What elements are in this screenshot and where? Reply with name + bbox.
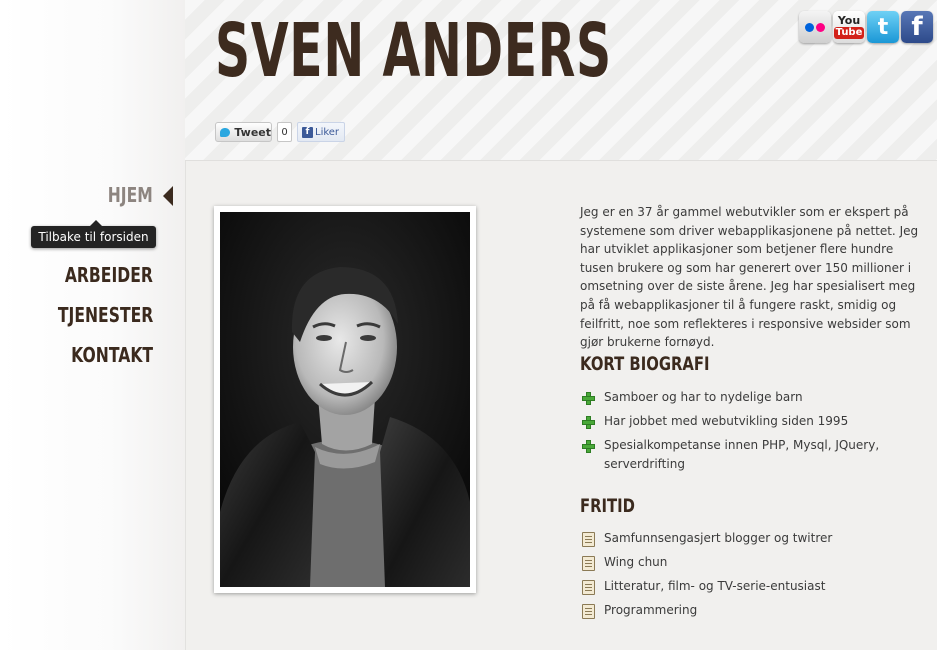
nav-item-tjenester[interactable]: TJENESTER [58, 303, 153, 327]
list-item: Programmering [580, 601, 910, 620]
tweet-label: Tweet [234, 125, 271, 139]
list-item: Samboer og har to nydelige barn [580, 388, 910, 407]
bio-list: Samboer og har to nydelige barn Har jobb… [580, 388, 910, 479]
tweet-button[interactable]: Tweet [215, 122, 272, 142]
nav-item-arbeider[interactable]: ARBEIDER [65, 263, 153, 287]
facebook-like-button[interactable]: f Liker [297, 122, 345, 142]
plus-icon [582, 392, 595, 405]
profile-photo [220, 212, 470, 587]
twitter-bird-icon [220, 127, 231, 137]
tweet-count: 0 [277, 122, 292, 142]
bio-heading: KORT BIOGRAFI [580, 353, 710, 375]
document-icon [582, 580, 595, 595]
like-label: Liker [315, 126, 340, 138]
profile-photo-frame [214, 206, 476, 593]
list-item: Spesialkompetanse innen PHP, Mysql, JQue… [580, 436, 910, 473]
list-item: Wing chun [580, 553, 910, 572]
nav-tooltip: Tilbake til forsiden [31, 220, 156, 248]
plus-icon [582, 416, 595, 429]
facebook-like-icon: f [302, 126, 313, 138]
plus-icon [582, 440, 595, 453]
free-time-list: Samfunnsengasjert blogger og twitrer Win… [580, 529, 910, 625]
nav-item-hjem[interactable]: HJEM [108, 183, 153, 207]
list-item: Har jobbet med webutvikling siden 1995 [580, 412, 910, 431]
list-item: Samfunnsengasjert blogger og twitrer [580, 529, 910, 548]
list-item: Litteratur, film- og TV-serie-entusiast [580, 577, 910, 596]
free-time-heading: FRITID [580, 495, 635, 517]
facebook-icon[interactable]: f [901, 11, 933, 43]
intro-text: Jeg er en 37 år gammel webutvikler som e… [580, 205, 919, 350]
document-icon [582, 532, 595, 547]
twitter-icon[interactable]: t [867, 11, 899, 43]
youtube-icon[interactable]: You Tube [833, 11, 865, 43]
flickr-icon[interactable] [799, 11, 831, 43]
nav-item-kontakt[interactable]: KONTAKT [71, 343, 153, 367]
document-icon [582, 604, 595, 619]
document-icon [582, 556, 595, 571]
site-title: SVEN ANDERS [215, 8, 612, 94]
active-nav-arrow-icon [163, 186, 173, 206]
